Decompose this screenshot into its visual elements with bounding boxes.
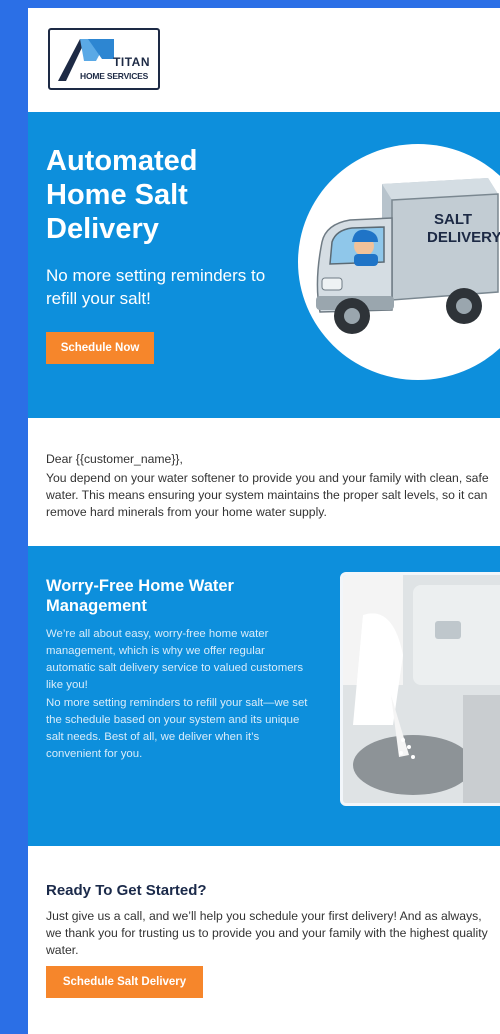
delivery-truck-image: SALT DELIVERY [316,178,500,334]
cta-section: Ready To Get Started? Just give us a cal… [28,846,500,1026]
salt-refill-photo [340,572,500,806]
truck-sign-line2: DELIVERY [427,229,500,246]
letter-section: Dear {{customer_name}}, You depend on yo… [28,418,500,546]
titan-logo[interactable]: TITAN HOME SERVICES [48,28,160,90]
cta-title: Ready To Get Started? [46,882,207,899]
schedule-salt-delivery-button[interactable]: Schedule Salt Delivery [46,966,203,998]
cta-body: Just give us a call, and we’ll help you … [46,909,488,957]
logo-subtitle: HOME SERVICES [80,71,149,81]
worry-title: Worry-Free Home Water Management [46,577,234,615]
worry-paragraph-1: We’re all about easy, worry-free home wa… [46,628,304,691]
email-header: TITAN HOME SERVICES [28,8,500,112]
hero-section: Automated Home Salt Delivery No more set… [28,112,500,418]
letter-body: You depend on your water softener to pro… [46,471,489,519]
logo-brand: TITAN [113,55,150,69]
email-container: TITAN HOME SERVICES Automated Home Salt … [28,8,500,1034]
truck-sign-line1: SALT [434,211,472,228]
worry-free-section: Worry-Free Home Water Management We’re a… [28,546,500,846]
hero-title: Automated Home Salt Delivery [46,145,198,245]
hero-tagline: No more setting reminders to refill your… [46,266,266,308]
schedule-now-button[interactable]: Schedule Now [46,332,154,364]
worry-paragraph-2: No more setting reminders to refill your… [46,697,308,760]
greeting: Dear {{customer_name}}, [46,452,183,466]
